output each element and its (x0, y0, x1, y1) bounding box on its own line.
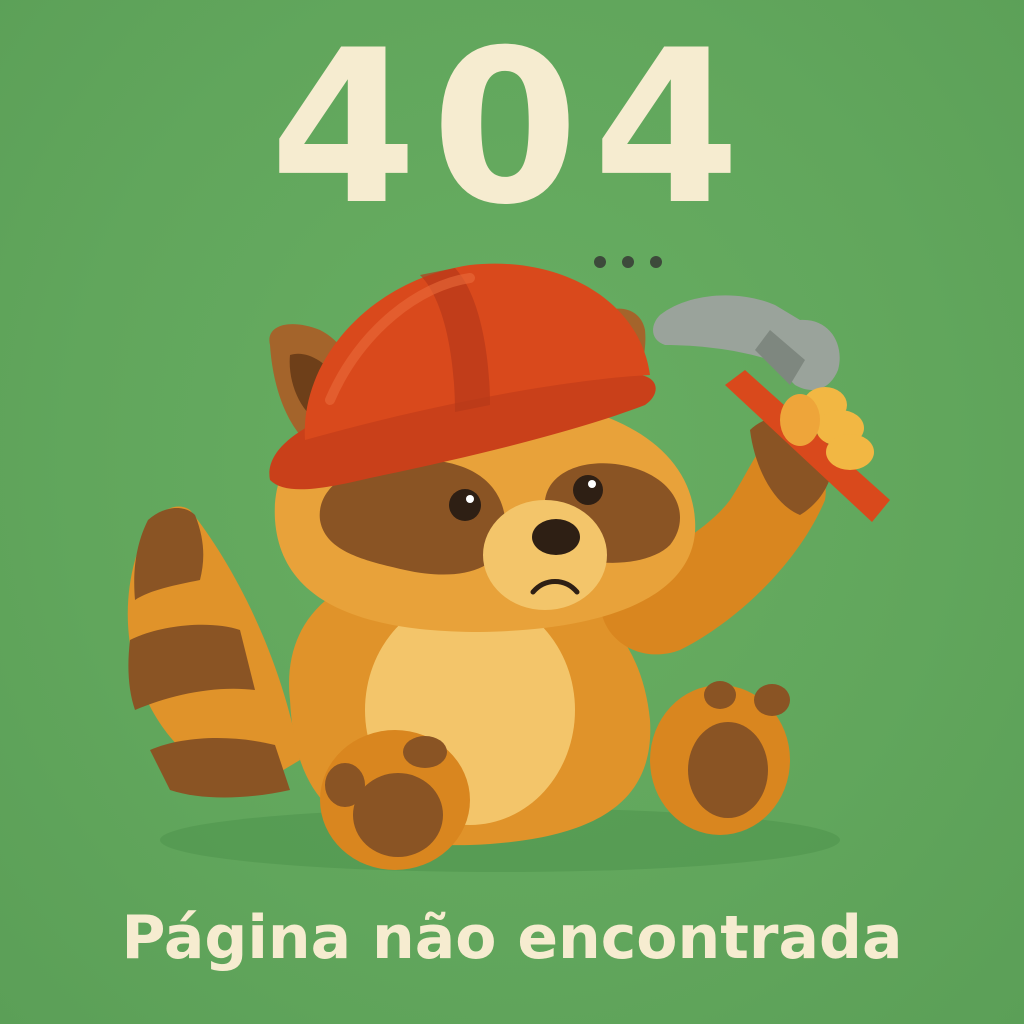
right-foot (650, 681, 790, 835)
error-message: Página não encontrada (121, 903, 903, 973)
error-page: 404 Página não encontrada (0, 0, 1024, 1024)
left-foot (320, 730, 470, 870)
tail (127, 506, 301, 798)
raccoon-construction-worker-icon (127, 263, 890, 872)
